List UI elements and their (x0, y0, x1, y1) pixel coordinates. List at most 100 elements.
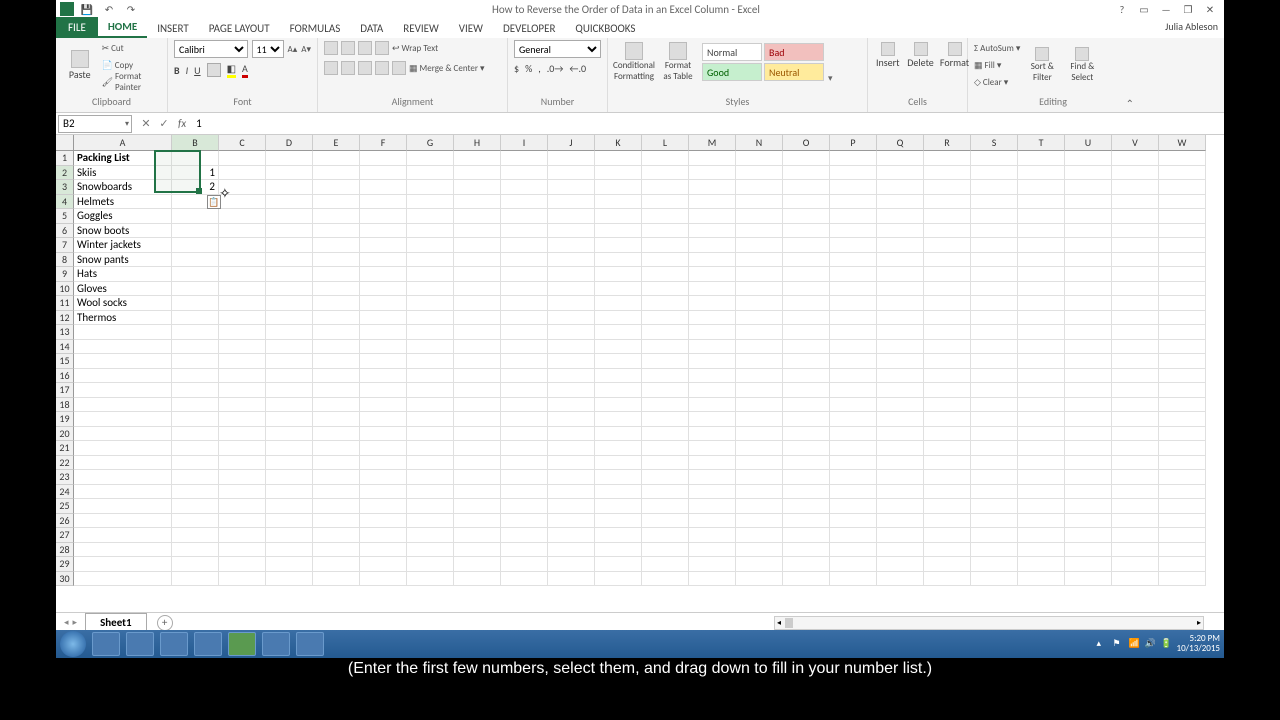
cell-K18[interactable] (595, 398, 642, 413)
cell-D11[interactable] (266, 296, 313, 311)
cell-S6[interactable] (971, 224, 1018, 239)
cell-E13[interactable] (313, 325, 360, 340)
cell-G23[interactable] (407, 470, 454, 485)
align-top-icon[interactable] (324, 41, 338, 55)
cell-P4[interactable] (830, 195, 877, 210)
cell-I15[interactable] (501, 354, 548, 369)
cell-F14[interactable] (360, 340, 407, 355)
cell-C26[interactable] (219, 514, 266, 529)
cell-U13[interactable] (1065, 325, 1112, 340)
cell-O10[interactable] (783, 282, 830, 297)
cell-W19[interactable] (1159, 412, 1206, 427)
cell-E2[interactable] (313, 166, 360, 181)
indent-inc-icon[interactable] (392, 61, 406, 75)
cell-J14[interactable] (548, 340, 595, 355)
cell-J29[interactable] (548, 557, 595, 572)
cell-H11[interactable] (454, 296, 501, 311)
cell-F16[interactable] (360, 369, 407, 384)
cell-V11[interactable] (1112, 296, 1159, 311)
cell-E5[interactable] (313, 209, 360, 224)
cell-D13[interactable] (266, 325, 313, 340)
cell-F11[interactable] (360, 296, 407, 311)
tab-home[interactable]: HOME (98, 17, 147, 38)
cell-T24[interactable] (1018, 485, 1065, 500)
cell-B11[interactable] (172, 296, 219, 311)
cell-P2[interactable] (830, 166, 877, 181)
cell-A19[interactable] (74, 412, 172, 427)
cell-J9[interactable] (548, 267, 595, 282)
cell-I16[interactable] (501, 369, 548, 384)
tray-volume-icon[interactable]: 🔊 (1145, 638, 1157, 650)
cell-Q12[interactable] (877, 311, 924, 326)
format-painter-button[interactable]: 🖌 Format Painter (102, 74, 161, 90)
cell-L12[interactable] (642, 311, 689, 326)
cell-N7[interactable] (736, 238, 783, 253)
row-header-11[interactable]: 11 (56, 296, 74, 311)
cell-D18[interactable] (266, 398, 313, 413)
cell-L8[interactable] (642, 253, 689, 268)
cell-W8[interactable] (1159, 253, 1206, 268)
cell-M19[interactable] (689, 412, 736, 427)
cell-M9[interactable] (689, 267, 736, 282)
cell-J23[interactable] (548, 470, 595, 485)
cell-T1[interactable] (1018, 151, 1065, 166)
cell-V8[interactable] (1112, 253, 1159, 268)
cell-G1[interactable] (407, 151, 454, 166)
cell-O8[interactable] (783, 253, 830, 268)
cell-B18[interactable] (172, 398, 219, 413)
cell-R26[interactable] (924, 514, 971, 529)
cell-S22[interactable] (971, 456, 1018, 471)
tray-flag-icon[interactable]: ⚑ (1113, 638, 1125, 650)
cell-A25[interactable] (74, 499, 172, 514)
cell-K3[interactable] (595, 180, 642, 195)
cell-E21[interactable] (313, 441, 360, 456)
cell-P1[interactable] (830, 151, 877, 166)
cell-E18[interactable] (313, 398, 360, 413)
cell-M10[interactable] (689, 282, 736, 297)
cell-R21[interactable] (924, 441, 971, 456)
qat-redo-icon[interactable]: ↷ (122, 2, 140, 16)
cell-V5[interactable] (1112, 209, 1159, 224)
cell-L1[interactable] (642, 151, 689, 166)
cell-Q25[interactable] (877, 499, 924, 514)
cell-E3[interactable] (313, 180, 360, 195)
cell-M12[interactable] (689, 311, 736, 326)
cell-G30[interactable] (407, 572, 454, 587)
cell-R24[interactable] (924, 485, 971, 500)
percent-icon[interactable]: % (525, 62, 532, 75)
cell-R11[interactable] (924, 296, 971, 311)
cell-T30[interactable] (1018, 572, 1065, 587)
merge-center-button[interactable]: ▦ Merge & Center ▾ (409, 60, 485, 76)
cell-V12[interactable] (1112, 311, 1159, 326)
col-header-H[interactable]: H (454, 135, 501, 151)
cell-J15[interactable] (548, 354, 595, 369)
cell-R17[interactable] (924, 383, 971, 398)
cell-A15[interactable] (74, 354, 172, 369)
cell-N28[interactable] (736, 543, 783, 558)
cell-L26[interactable] (642, 514, 689, 529)
cell-G28[interactable] (407, 543, 454, 558)
worksheet-grid[interactable]: ABCDEFGHIJKLMNOPQRSTUVW 1234567891011121… (56, 135, 1224, 612)
cell-B21[interactable] (172, 441, 219, 456)
cell-C13[interactable] (219, 325, 266, 340)
cell-L30[interactable] (642, 572, 689, 587)
italic-button[interactable]: I (186, 64, 189, 77)
cell-Q15[interactable] (877, 354, 924, 369)
row-header-17[interactable]: 17 (56, 383, 74, 398)
cell-V20[interactable] (1112, 427, 1159, 442)
cell-F24[interactable] (360, 485, 407, 500)
cell-O25[interactable] (783, 499, 830, 514)
row-header-23[interactable]: 23 (56, 470, 74, 485)
col-header-M[interactable]: M (689, 135, 736, 151)
cell-E30[interactable] (313, 572, 360, 587)
cell-L14[interactable] (642, 340, 689, 355)
cell-N2[interactable] (736, 166, 783, 181)
cell-T16[interactable] (1018, 369, 1065, 384)
cell-J7[interactable] (548, 238, 595, 253)
cell-B14[interactable] (172, 340, 219, 355)
cell-N14[interactable] (736, 340, 783, 355)
cell-I3[interactable] (501, 180, 548, 195)
cell-P16[interactable] (830, 369, 877, 384)
cell-M8[interactable] (689, 253, 736, 268)
cell-A12[interactable]: Thermos (74, 311, 172, 326)
